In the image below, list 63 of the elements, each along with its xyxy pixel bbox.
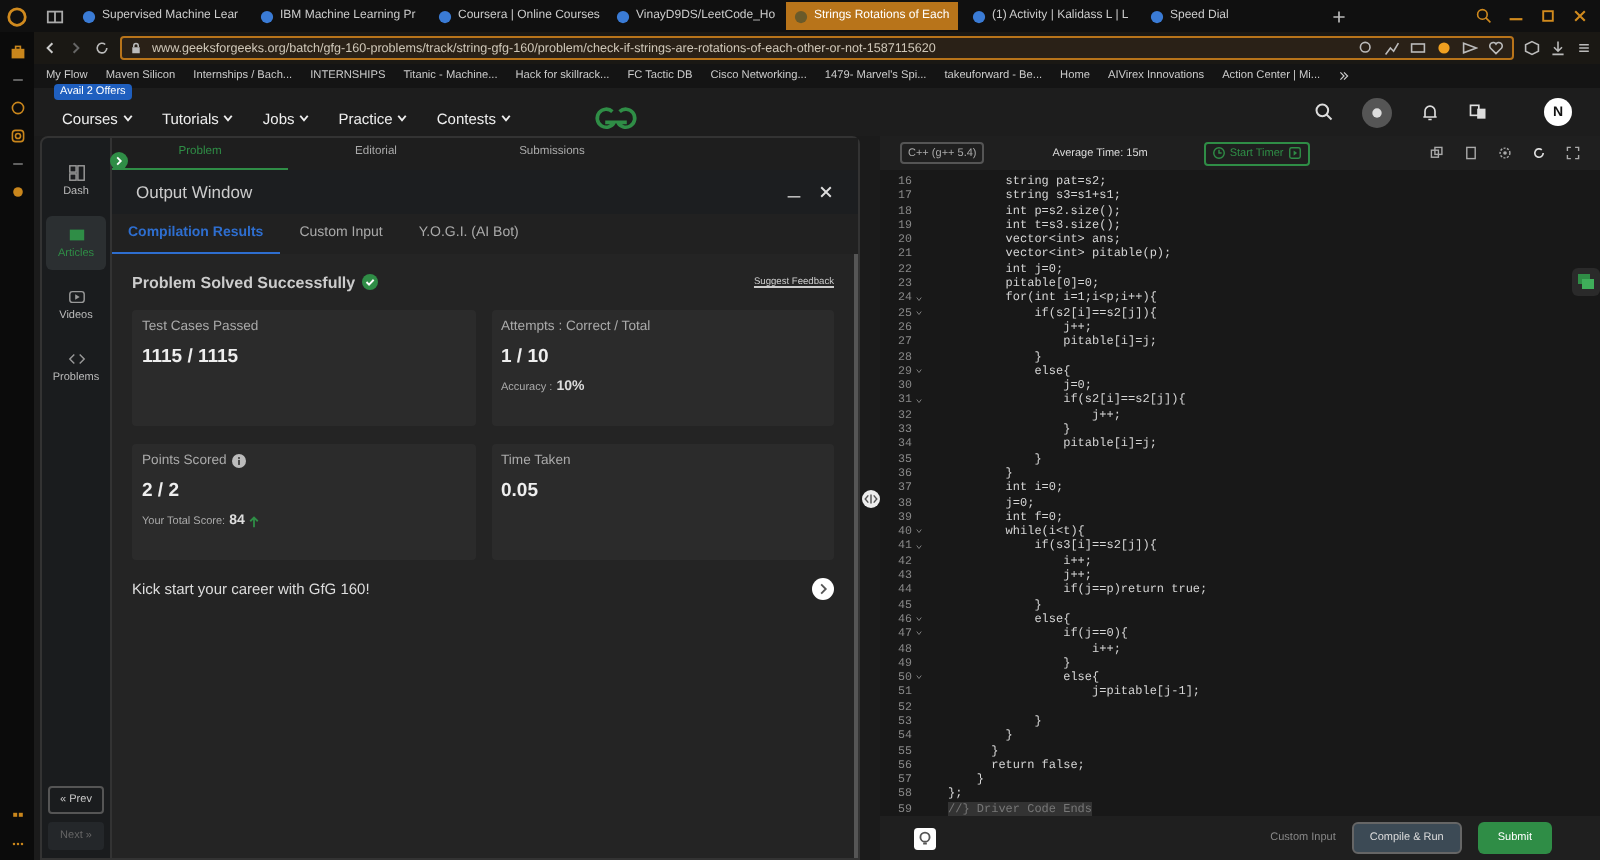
- site-favicon-icon: [82, 9, 96, 23]
- info-icon[interactable]: [232, 454, 247, 468]
- resize-handle-icon[interactable]: [861, 489, 879, 507]
- site-favicon-icon: [438, 9, 452, 23]
- status-message: Problem Solved Successfully: [132, 273, 356, 291]
- caret-icon: [499, 112, 512, 124]
- window-title: Output Window: [136, 182, 253, 202]
- card-value: 2 / 2: [142, 480, 181, 502]
- settings-icon[interactable]: [1498, 146, 1512, 160]
- caret-icon: [121, 112, 134, 124]
- search-icon[interactable]: [1476, 8, 1492, 24]
- site-favicon-icon: [794, 9, 808, 23]
- briefcase-icon[interactable]: [9, 44, 25, 60]
- reload-icon[interactable]: [94, 40, 110, 56]
- card-value: 0.05: [501, 480, 540, 502]
- camera-icon[interactable]: [9, 128, 25, 144]
- lock-icon: [130, 42, 142, 54]
- sidebar-glyph-icon: [67, 164, 85, 182]
- check-circle-icon: [361, 274, 378, 290]
- double-chevron-icon[interactable]: [1338, 70, 1351, 82]
- circle-icon[interactable]: [9, 184, 25, 200]
- site-favicon-icon: [260, 9, 274, 23]
- expand-icon[interactable]: [110, 152, 128, 170]
- back-icon[interactable]: [42, 40, 58, 56]
- search-icon[interactable]: [1314, 102, 1334, 122]
- chat-bubbles-icon[interactable]: [1572, 268, 1600, 296]
- fold-caret-icon[interactable]: [915, 368, 921, 374]
- clock-icon: [1211, 146, 1226, 160]
- heart-icon[interactable]: [1488, 40, 1504, 56]
- caret-icon: [298, 112, 311, 124]
- fold-caret-icon[interactable]: [915, 528, 921, 535]
- fold-caret-icon[interactable]: [915, 543, 921, 550]
- card-value: 1115 / 1115: [142, 346, 241, 368]
- theme-toggle-icon[interactable]: [1362, 97, 1392, 127]
- sidebar-glyph-icon: [67, 288, 85, 306]
- card-value: 1 / 10: [501, 346, 551, 368]
- play-icon: [1287, 146, 1302, 160]
- copy-icon[interactable]: [1430, 146, 1444, 160]
- maximize-icon[interactable]: [1540, 8, 1556, 24]
- site-favicon-icon: [1150, 9, 1164, 23]
- close-icon[interactable]: [1572, 8, 1588, 24]
- browser-logo-icon[interactable]: [6, 5, 28, 27]
- sidebar-glyph-icon: [67, 350, 85, 368]
- fold-caret-icon[interactable]: [915, 397, 921, 404]
- caret-icon: [222, 112, 235, 124]
- chevron-right-icon[interactable]: [812, 578, 834, 600]
- plus-icon[interactable]: [1332, 9, 1346, 23]
- caret-icon: [396, 112, 409, 124]
- menu-icon[interactable]: [1576, 40, 1592, 56]
- site-favicon-icon: [972, 9, 986, 23]
- site-favicon-icon: [616, 9, 630, 23]
- tab-grid-icon[interactable]: [46, 7, 64, 25]
- cube-icon[interactable]: [1524, 40, 1540, 56]
- lightbulb-icon[interactable]: [914, 827, 936, 850]
- chart-icon[interactable]: [1384, 40, 1400, 56]
- download-icon[interactable]: [1550, 40, 1566, 56]
- file-icon[interactable]: [1464, 146, 1478, 160]
- reset-icon[interactable]: [1532, 146, 1546, 160]
- forward-icon[interactable]: [68, 40, 84, 56]
- sidebar-glyph-icon: [67, 226, 85, 244]
- fold-caret-icon[interactable]: [915, 674, 921, 681]
- fullscreen-icon[interactable]: [1566, 146, 1580, 160]
- bell-icon[interactable]: [1420, 102, 1440, 122]
